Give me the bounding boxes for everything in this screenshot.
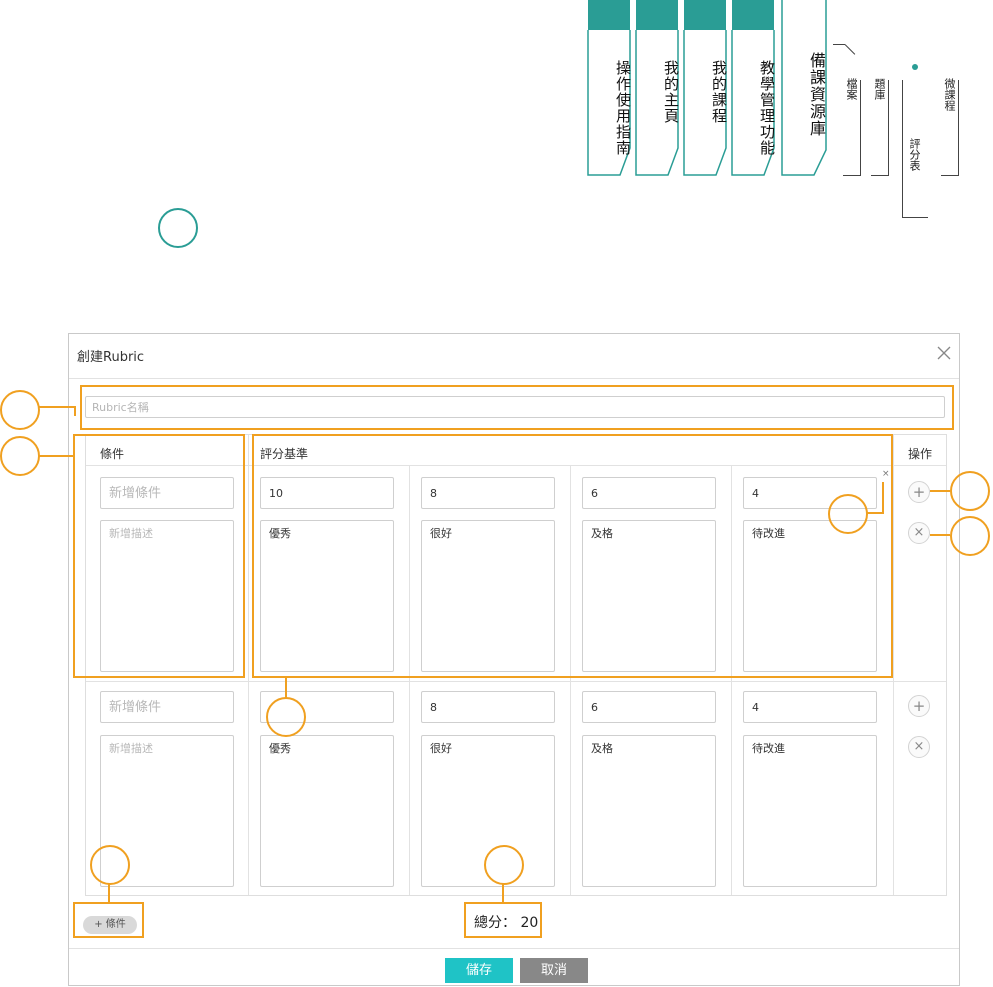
callout-line (882, 482, 884, 514)
callout-criteria-column (266, 697, 306, 737)
add-row-button[interactable]: + (908, 481, 930, 503)
col-divider (893, 435, 894, 895)
callout-line (930, 534, 950, 536)
score-input[interactable]: 6 (582, 691, 716, 723)
highlight-criteria-column (252, 434, 893, 678)
nav-tab-label: 備課資源庫 (807, 52, 826, 137)
nav-tab-label: 我的主頁 (662, 60, 680, 124)
close-icon[interactable] (935, 344, 953, 362)
callout-line (930, 490, 950, 492)
callout-line (38, 455, 75, 457)
sub-item-files[interactable]: 檔案 (843, 78, 859, 100)
guide-marker-circle (158, 208, 198, 248)
sub-underline (843, 175, 860, 176)
dialog-title: 創建Rubric (77, 350, 145, 365)
callout-condition-column (0, 436, 40, 476)
cancel-button[interactable]: 取消 (520, 958, 588, 983)
highlight-total-score (464, 902, 542, 938)
level-textarea[interactable]: 及格 (582, 735, 716, 887)
sub-underline (871, 175, 888, 176)
active-indicator-dot (912, 64, 918, 70)
submenu-connector (844, 44, 856, 55)
nav-tab-label: 操作使用指南 (614, 60, 632, 156)
sub-item-question-bank[interactable]: 題庫 (871, 78, 887, 100)
footer-divider (69, 948, 959, 949)
row-divider (86, 681, 946, 682)
callout-remove-level (828, 494, 868, 534)
sub-divider (958, 80, 959, 176)
level-textarea[interactable]: 優秀 (260, 735, 394, 887)
highlight-add-condition (73, 902, 144, 938)
sub-divider (888, 80, 889, 176)
score-input[interactable]: 4 (743, 691, 877, 723)
save-button[interactable]: 儲存 (445, 958, 513, 983)
callout-line (108, 883, 110, 903)
condition-input[interactable]: 新增條件 (100, 691, 234, 723)
sub-underline (941, 175, 958, 176)
score-input[interactable]: 8 (421, 691, 555, 723)
nav-tab-home[interactable]: 我的主頁 (635, 0, 680, 176)
submenu-connector (833, 44, 845, 45)
nav-tab-label: 教學管理功能 (758, 60, 776, 156)
delete-row-button[interactable]: × (908, 522, 930, 544)
add-row-button[interactable]: + (908, 695, 930, 717)
sub-divider (902, 80, 903, 217)
level-textarea[interactable]: 待改進 (743, 735, 877, 887)
callout-rubric-name (0, 390, 40, 430)
callout-delete-row (950, 516, 990, 556)
callout-line (38, 406, 74, 408)
delete-row-button[interactable]: × (908, 736, 930, 758)
col-divider (248, 435, 249, 895)
highlight-rubric-name (80, 385, 954, 430)
callout-add-condition (90, 845, 130, 885)
callout-line (502, 883, 504, 903)
callout-line (285, 678, 287, 698)
nav-tab-courses[interactable]: 我的課程 (683, 0, 728, 176)
title-divider (69, 378, 959, 379)
callout-total-score (484, 845, 524, 885)
callout-line (74, 406, 76, 416)
nav-tab-teaching-management[interactable]: 教學管理功能 (731, 0, 776, 176)
callout-add-row (950, 471, 990, 511)
nav-tab-guide[interactable]: 操作使用指南 (587, 0, 632, 176)
header-actions: 操作 (908, 447, 933, 461)
sub-item-rubrics[interactable]: 評分表 (906, 138, 922, 171)
highlight-condition-column (73, 434, 245, 678)
sub-underline (902, 217, 928, 218)
nav-tab-label: 我的課程 (710, 60, 728, 124)
sub-divider (860, 80, 861, 176)
nav-tab-resources[interactable]: 備課資源庫 (781, 0, 827, 176)
sub-item-micro-courses[interactable]: 微課程 (941, 78, 957, 111)
